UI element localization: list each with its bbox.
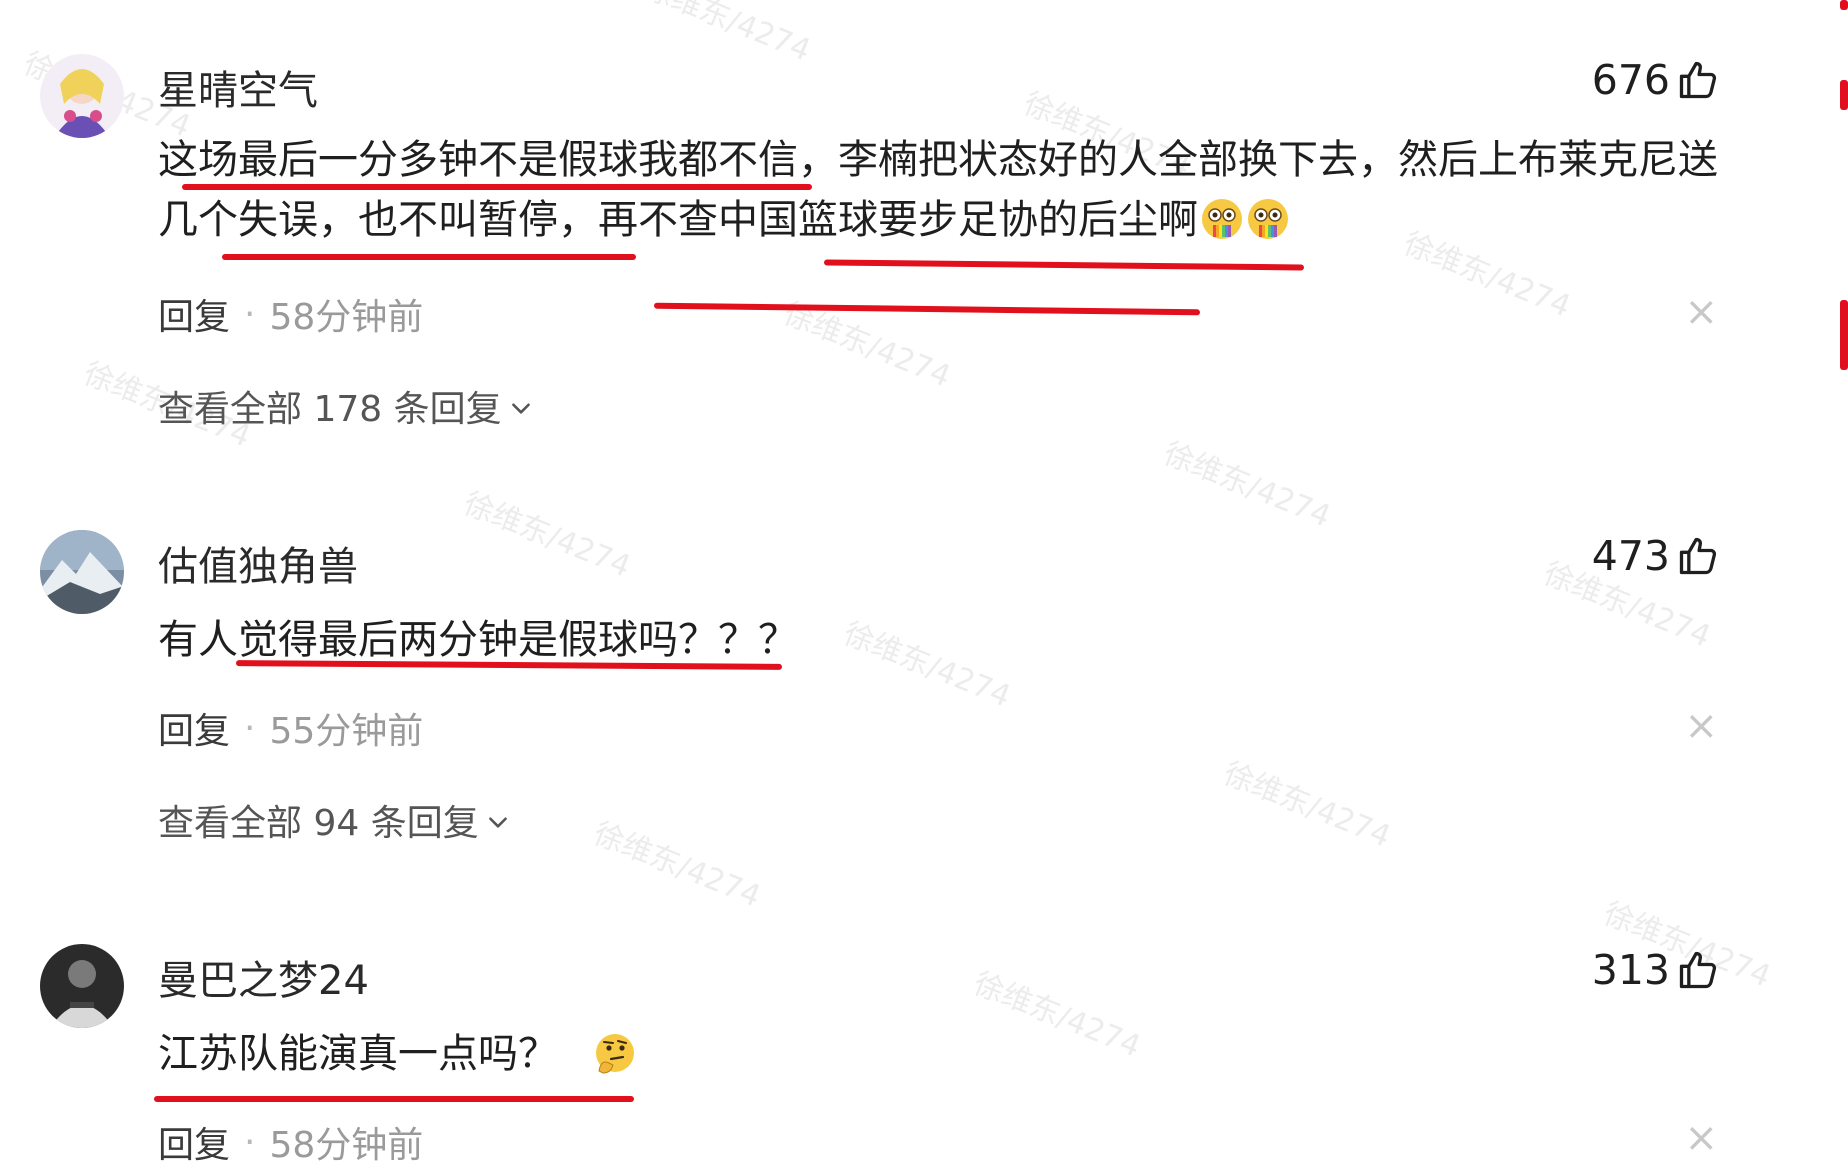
flushed-rainbow-emoji [1248,199,1288,239]
username[interactable]: 星晴空气 [158,58,318,116]
avatar[interactable] [40,54,124,138]
close-icon[interactable]: × [1684,292,1718,332]
annotation-underline [823,259,1305,271]
like-button[interactable]: 473 [1592,532,1720,580]
separator-dot: · [244,1121,256,1163]
timestamp: 58分钟前 [269,297,424,338]
like-button[interactable]: 676 [1592,56,1720,104]
watermark: 徐维东/4274 [638,0,816,69]
expand-replies-label: 查看全部 94 条回复 [158,803,479,844]
expand-replies-button[interactable]: 查看全部 178 条回复 [158,380,534,432]
thinking-emoji [595,1034,634,1074]
avatar[interactable] [40,530,124,614]
edge-mark [1840,80,1848,110]
thumbs-up-icon [1679,951,1717,989]
reply-button[interactable]: 回复 [158,702,230,754]
separator-dot: · [244,707,256,749]
close-icon[interactable]: × [1684,706,1718,746]
flushed-rainbow-emoji [1202,199,1242,239]
avatar[interactable] [40,944,124,1028]
thumbs-up-icon [1679,537,1717,575]
chevron-down-icon [488,817,507,828]
annotation-underline [182,184,812,190]
comment-meta: 回复 · 55分钟前 [158,702,423,754]
reply-button[interactable]: 回复 [158,1116,230,1168]
edge-mark [1840,0,1848,10]
username[interactable]: 曼巴之梦24 [158,948,369,1006]
watermark: 徐维东/4274 [1218,755,1396,855]
comment-text: 江苏队能演真一点吗？ [158,1024,1718,1084]
comment-meta: 回复 · 58分钟前 [158,1116,423,1168]
comment-body: 江苏队能演真一点吗？ [158,1031,558,1077]
separator-dot: · [244,293,256,335]
close-icon[interactable]: × [1684,1118,1718,1158]
watermark: 徐维东/4274 [1158,435,1336,535]
chevron-down-icon [511,403,530,414]
like-button[interactable]: 313 [1592,946,1720,994]
like-count: 313 [1591,946,1670,994]
timestamp: 58分钟前 [269,1125,424,1166]
annotation-underline [222,254,636,260]
edge-mark [1840,300,1848,370]
comment-text: 这场最后一分多钟不是假球我都不信，李楠把状态好的人全部换下去，然后上布莱克尼送几… [158,130,1718,250]
annotation-underline [653,302,1201,316]
comment-body: 这场最后一分多钟不是假球我都不信，李楠把状态好的人全部换下去，然后上布莱克尼送几… [158,137,1718,243]
like-count: 676 [1591,56,1670,104]
comment-body: 有人觉得最后两分钟是假球吗？？？ [158,617,798,663]
watermark: 徐维东/4274 [588,815,766,915]
expand-replies-label: 查看全部 178 条回复 [158,389,502,430]
expand-replies-button[interactable]: 查看全部 94 条回复 [158,794,511,846]
like-count: 473 [1591,532,1670,580]
annotation-underline [154,1096,634,1102]
comment-meta: 回复 · 58分钟前 [158,288,423,340]
timestamp: 55分钟前 [269,711,424,752]
thumbs-up-icon [1679,61,1717,99]
reply-button[interactable]: 回复 [158,288,230,340]
watermark: 徐维东/4274 [458,485,636,585]
username[interactable]: 估值独角兽 [158,534,358,592]
